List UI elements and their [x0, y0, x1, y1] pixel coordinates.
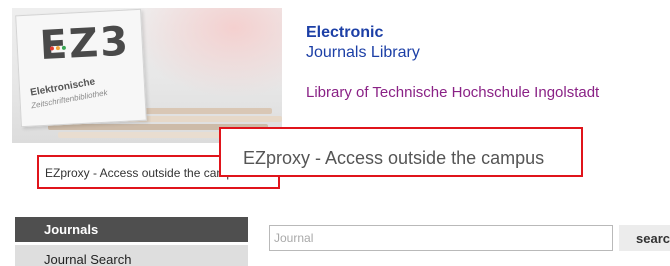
site-title-line2[interactable]: Journals Library	[306, 44, 420, 62]
site-title-line1[interactable]: Electronic	[306, 24, 383, 42]
ezb-logo[interactable]: EZ3 Elektronische Zeitschriftenbibliothe…	[15, 8, 147, 128]
search-button[interactable]: search	[619, 225, 670, 251]
nav-section-journals: Journals	[15, 217, 248, 242]
access-mode-callout: EZproxy - Access outside the campus	[219, 127, 583, 177]
logo-traffic-dots-icon	[49, 45, 67, 51]
journal-search-input[interactable]	[269, 225, 613, 251]
library-name: Library of Technische Hochschule Ingolst…	[306, 84, 600, 101]
nav-item-journal-search[interactable]: Journal Search	[15, 245, 248, 266]
header-banner: EZ3 Elektronische Zeitschriftenbibliothe…	[12, 8, 282, 143]
